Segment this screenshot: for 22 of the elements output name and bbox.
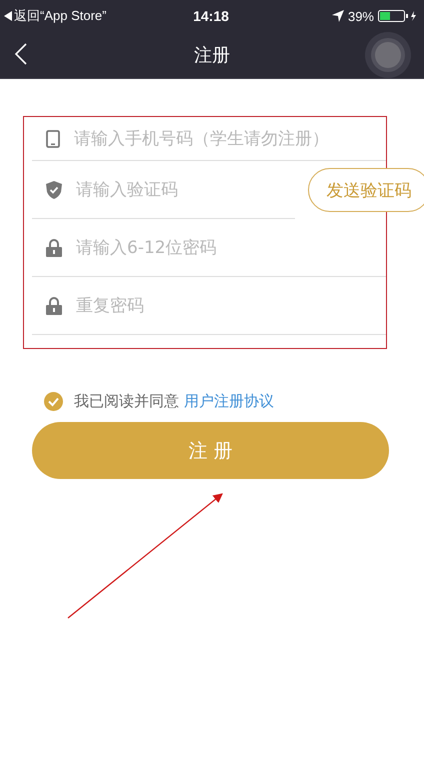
send-code-button[interactable]: 发送验证码: [308, 168, 424, 212]
shield-check-icon: [46, 180, 62, 198]
phone-icon: [46, 130, 60, 148]
location-arrow-icon: [332, 10, 344, 22]
user-agreement-link[interactable]: 用户注册协议: [184, 392, 274, 410]
floating-touch-button[interactable]: [365, 32, 411, 78]
back-chevron-icon[interactable]: [14, 42, 28, 66]
agreement-checkbox[interactable]: [44, 392, 63, 411]
battery-percent: 39%: [348, 8, 374, 24]
register-button[interactable]: 注 册: [32, 422, 389, 479]
agreement-text: 我已阅读并同意 用户注册协议: [74, 392, 274, 411]
status-time: 14:18: [193, 8, 229, 24]
back-to-app-link[interactable]: 返回“App Store”: [14, 7, 106, 25]
back-triangle-icon[interactable]: [4, 11, 12, 21]
password-field[interactable]: 请输入6-12位密码: [76, 234, 386, 260]
password-field[interactable]: 重复密码: [76, 292, 386, 318]
page-title: 注册: [194, 44, 230, 67]
padlock-icon: [46, 238, 62, 256]
battery-charging-icon: [378, 10, 418, 22]
phone-field[interactable]: 请输入手机号码（学生请勿注册）: [74, 126, 386, 152]
code-field[interactable]: 请输入验证码: [76, 176, 295, 202]
padlock-icon: [46, 296, 62, 314]
